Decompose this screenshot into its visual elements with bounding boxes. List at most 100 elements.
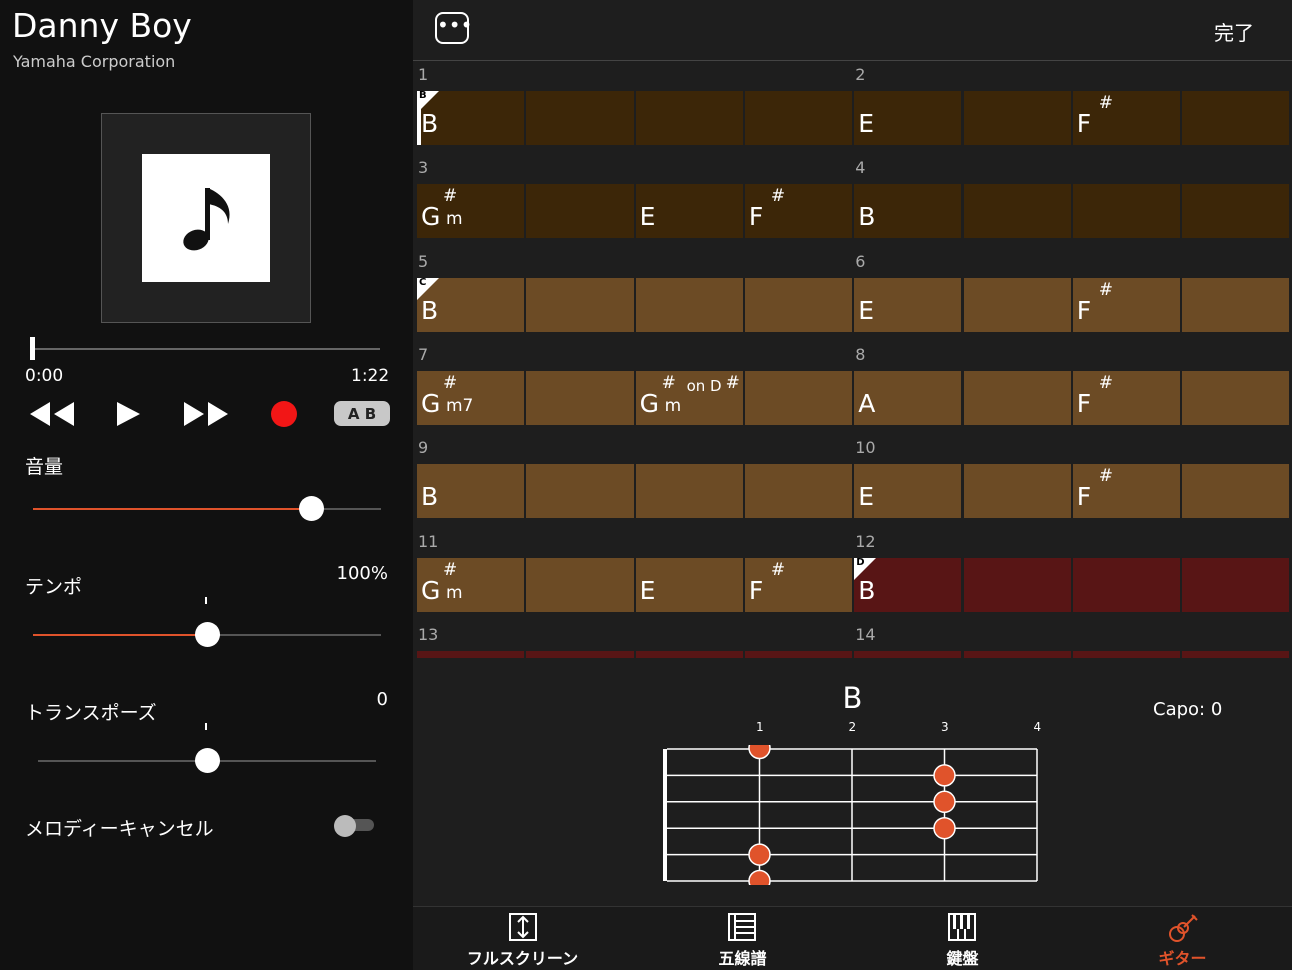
guitar-icon: [1169, 914, 1198, 942]
chord-cell[interactable]: F #: [744, 184, 853, 239]
chord-cell[interactable]: E: [635, 557, 743, 612]
chord-accidental: #: [1098, 466, 1114, 487]
chord-cell[interactable]: [963, 91, 1071, 145]
chord-cell[interactable]: [744, 370, 853, 425]
transpose-label: トランスポーズ: [25, 702, 157, 724]
fast-forward-icon[interactable]: [182, 400, 230, 428]
chord-accidental: #: [443, 186, 458, 207]
chord-cell[interactable]: [963, 184, 1071, 239]
chord-cell[interactable]: [854, 650, 962, 658]
fret-number: 2: [848, 720, 857, 734]
chord-cell[interactable]: E: [854, 91, 962, 145]
more-options-button[interactable]: •••: [435, 12, 472, 44]
tempo-slider-knob[interactable]: [194, 622, 220, 647]
nav-guitar[interactable]: ギター: [1073, 907, 1292, 970]
chord-cell[interactable]: [526, 464, 634, 519]
song-title: Danny Boy: [12, 6, 192, 45]
chord-quality: m: [664, 395, 682, 416]
chord-root: F: [1076, 388, 1092, 418]
fret-number: 3: [941, 720, 949, 734]
section-marker-label: B: [419, 90, 427, 101]
chord-root: E: [858, 482, 874, 512]
chord-cell[interactable]: [1182, 370, 1290, 425]
chord-cell[interactable]: [963, 277, 1071, 332]
chord-cell[interactable]: [1072, 650, 1181, 658]
chord-cell[interactable]: G # m: [417, 557, 525, 612]
chord-cell[interactable]: B: [417, 464, 525, 519]
nav-label: 鍵盤: [946, 949, 979, 968]
chord-cell[interactable]: [526, 184, 634, 239]
nav-staff[interactable]: 五線譜: [633, 907, 852, 970]
chord-cell[interactable]: [635, 91, 743, 145]
chord-cell[interactable]: [744, 91, 853, 145]
chord-root: E: [639, 575, 656, 605]
chord-cell[interactable]: [963, 650, 1071, 658]
chord-cell[interactable]: [526, 650, 634, 658]
chord-cell[interactable]: E: [854, 464, 962, 519]
chord-cell[interactable]: E: [854, 277, 962, 332]
chord-cell[interactable]: F #: [1072, 277, 1181, 332]
chord-cell[interactable]: [963, 464, 1071, 519]
ab-repeat-button[interactable]: A B: [334, 401, 390, 426]
chord-cell[interactable]: [635, 464, 743, 519]
chord-cell[interactable]: [744, 277, 853, 332]
chord-cell[interactable]: [744, 650, 853, 658]
chord-cell[interactable]: [526, 557, 634, 612]
chord-cell[interactable]: [1182, 184, 1290, 239]
seek-handle[interactable]: [30, 337, 35, 360]
chord-cell[interactable]: [963, 557, 1071, 612]
bar-number: 13: [418, 624, 439, 644]
chord-root: F: [1076, 109, 1092, 138]
chord-cell[interactable]: [526, 91, 634, 145]
chord-root: G: [639, 388, 659, 418]
chord-cell[interactable]: G # m on D #: [635, 370, 743, 425]
rewind-icon[interactable]: [28, 400, 76, 428]
chord-cell[interactable]: BB: [417, 90, 525, 145]
chord-cell[interactable]: A: [854, 370, 962, 425]
chord-cell[interactable]: F #: [1072, 91, 1181, 145]
chord-cell[interactable]: [1182, 91, 1290, 145]
bar-number: 10: [855, 438, 876, 458]
melody-cancel-toggle[interactable]: [334, 815, 374, 837]
volume-slider-fill: [33, 508, 312, 510]
nav-label: 五線譜: [718, 949, 767, 968]
play-icon[interactable]: [114, 400, 142, 428]
chord-cell[interactable]: [635, 277, 743, 332]
chord-cell[interactable]: CB: [417, 277, 525, 332]
nav-fullscreen[interactable]: フルスクリーン: [413, 907, 632, 970]
chord-cell[interactable]: [526, 370, 634, 425]
chord-cell[interactable]: G # m: [417, 184, 525, 239]
done-button[interactable]: 完了: [1214, 17, 1254, 46]
chord-cell[interactable]: E: [635, 184, 743, 239]
bar-number: 11: [418, 531, 439, 551]
seek-bar[interactable]: [30, 348, 380, 350]
chord-root: G: [421, 388, 441, 418]
chord-cell[interactable]: [1072, 184, 1181, 239]
chord-cell[interactable]: F #: [744, 557, 853, 612]
chord-cell[interactable]: G # m7: [417, 370, 525, 425]
chord-cell[interactable]: [963, 370, 1071, 425]
chord-cell[interactable]: [417, 650, 525, 658]
chord-cell[interactable]: DB: [854, 556, 962, 612]
chord-cell[interactable]: [1182, 557, 1290, 612]
chord-cell[interactable]: [1072, 557, 1181, 612]
chord-cell[interactable]: [1182, 464, 1290, 519]
nav-label: ギター: [1158, 949, 1207, 968]
chord-cell[interactable]: [744, 464, 853, 519]
fret-number: 1: [756, 720, 764, 734]
chord-cell[interactable]: B: [854, 184, 962, 239]
section-marker-label: D: [856, 556, 865, 568]
chord-root: B: [858, 575, 876, 605]
chord-cell[interactable]: [1182, 650, 1290, 658]
chord-root: B: [421, 109, 439, 138]
chord-cell[interactable]: F #: [1072, 464, 1181, 519]
chord-cell[interactable]: [526, 277, 634, 332]
nav-keyboard[interactable]: 鍵盤: [853, 907, 1072, 970]
record-icon[interactable]: [270, 400, 298, 428]
chord-cell[interactable]: F #: [1072, 370, 1181, 425]
transpose-slider-knob[interactable]: [194, 748, 220, 773]
chord-cell[interactable]: [635, 650, 743, 658]
chord-root: G: [421, 202, 441, 232]
chord-cell[interactable]: [1182, 277, 1290, 332]
volume-slider-knob[interactable]: [298, 496, 324, 521]
